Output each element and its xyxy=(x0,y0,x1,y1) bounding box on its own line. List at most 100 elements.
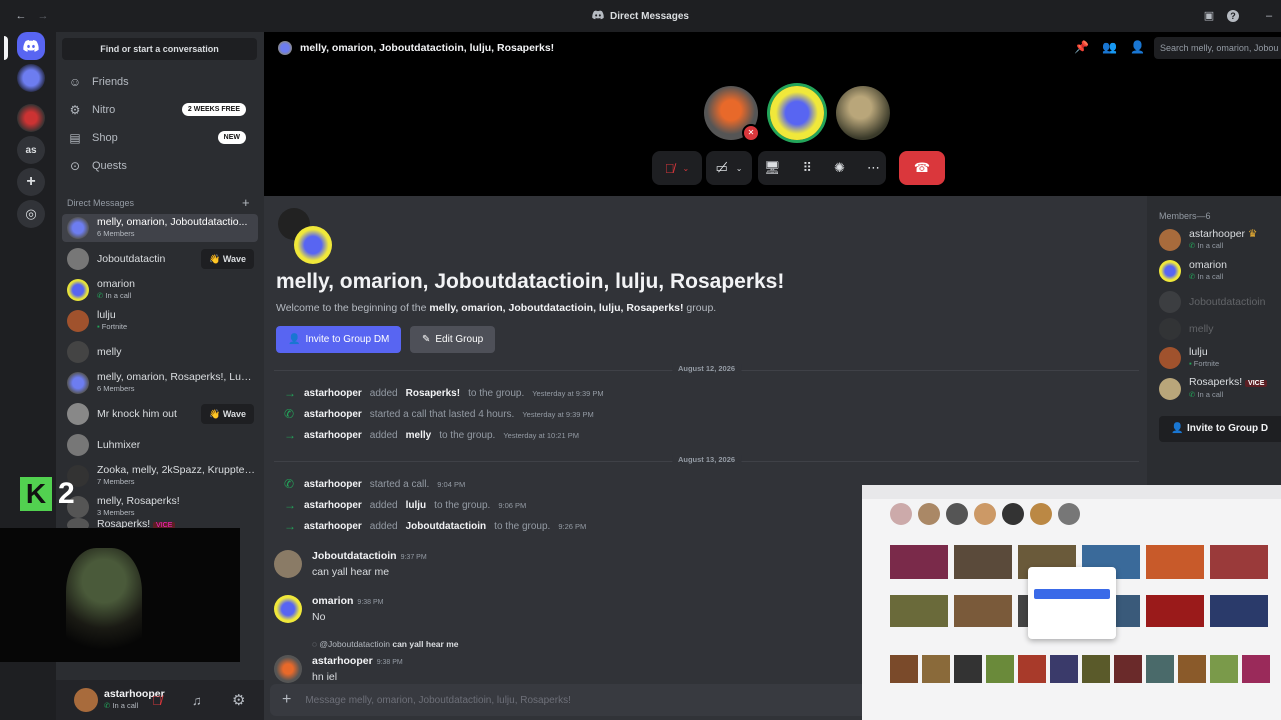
event-verb: added xyxy=(369,387,398,399)
camera-button[interactable]: ▭̸ ⌄ xyxy=(706,151,752,185)
event-actor[interactable]: astarhooper xyxy=(304,388,362,399)
invite-group-dm-button[interactable]: 👤 Invite to Group DM xyxy=(276,326,402,353)
message-author[interactable]: Joboutdatactioin xyxy=(312,550,397,562)
event-target[interactable]: Rosaperks! xyxy=(406,388,460,399)
server-as-label: as xyxy=(25,144,37,156)
message-author[interactable]: omarion xyxy=(312,595,353,607)
reply-preview[interactable]: ◌ @Joboutdatactioin can yall hear me xyxy=(312,639,459,649)
user-avatar[interactable] xyxy=(74,688,98,712)
avatar[interactable] xyxy=(274,595,302,623)
back-arrow-icon[interactable]: ← xyxy=(14,9,28,23)
dm-item-luhmixer[interactable]: Luhmixer xyxy=(62,431,258,459)
attach-plus-icon[interactable]: + xyxy=(282,691,291,709)
server-icon-1[interactable] xyxy=(17,104,45,132)
event-target[interactable]: lulju xyxy=(406,500,427,511)
dm-item-group-4[interactable]: melly, Rosaperks! 3 Members xyxy=(62,493,258,521)
date-divider: August 12, 2026 xyxy=(274,364,1139,373)
member-item-offline[interactable]: melly xyxy=(1159,318,1214,340)
dm-name: melly xyxy=(97,346,122,358)
wave-button[interactable]: 👋 Wave xyxy=(201,249,254,269)
edit-group-button[interactable]: ✎ Edit Group xyxy=(410,326,496,353)
avatar xyxy=(1159,347,1181,369)
find-conversation-button[interactable]: Find or start a conversation xyxy=(62,38,257,60)
avatar[interactable] xyxy=(274,550,302,578)
member-item[interactable]: lulju ▪ Fortnite xyxy=(1159,347,1219,369)
event-time: 9:06 PM xyxy=(498,500,527,510)
chevron-down-icon: ⌄ xyxy=(682,163,690,173)
event-target[interactable]: Joboutdatactioin xyxy=(406,521,487,532)
more-icon[interactable]: ⋯ xyxy=(867,160,880,176)
add-friends-icon[interactable]: 👥 xyxy=(1102,40,1117,54)
event-target[interactable]: melly xyxy=(406,430,432,441)
inset-popup-button xyxy=(1034,589,1110,599)
headphones-icon[interactable]: ♫ xyxy=(192,693,202,708)
message-author[interactable]: astarhooper xyxy=(312,655,373,667)
event-actor[interactable]: astarhooper xyxy=(304,409,362,420)
search-input[interactable]: Search melly, omarion, Jobou xyxy=(1154,37,1281,59)
minimize-icon[interactable]: – xyxy=(1262,9,1276,23)
activities-icon[interactable]: ⠿ xyxy=(803,160,813,176)
call-participant-1[interactable]: ✕ xyxy=(704,86,760,142)
invite-group-side-button[interactable]: 👤 Invite to Group D xyxy=(1159,416,1281,442)
nav-friends[interactable]: ☺ Friends xyxy=(64,70,256,94)
help-icon[interactable]: ? xyxy=(1227,10,1239,22)
event-actor[interactable]: astarhooper xyxy=(304,500,362,511)
event-verb: added xyxy=(369,520,398,532)
member-item-offline[interactable]: Joboutdatactioin xyxy=(1159,291,1265,313)
dm-item-lulju[interactable]: lulju ▪ Fortnite xyxy=(62,307,258,335)
inbox-icon[interactable]: ▣ xyxy=(1202,9,1216,23)
dm-item-omarion[interactable]: omarion ✆ In a call xyxy=(62,276,258,304)
dm-item-group-3[interactable]: Zooka, melly, 2kSpazz, Krupptet... 7 Memb… xyxy=(62,462,258,490)
discover-icon[interactable]: ◎ xyxy=(17,200,45,228)
dm-item-group-2[interactable]: melly, omarion, Rosaperks!, Luh... 6 Memb… xyxy=(62,369,258,397)
welcome-group-name: melly, omarion, Joboutdatactioin, lulju,… xyxy=(429,302,684,314)
date-divider: August 13, 2026 xyxy=(274,455,1139,464)
server-as-button[interactable]: as xyxy=(17,136,45,164)
event-verb: started a call that lasted 4 hours. xyxy=(369,408,515,420)
leave-call-button[interactable]: ☎ xyxy=(899,151,945,185)
phone-icon: ✆ xyxy=(284,407,295,421)
dm-name: melly, Rosaperks! xyxy=(97,496,180,507)
pin-icon[interactable]: 📌 xyxy=(1074,40,1089,54)
member-list-icon[interactable]: 👤 xyxy=(1130,40,1145,54)
member-name: astarhooper xyxy=(1189,229,1246,240)
call-participant-3[interactable] xyxy=(836,86,890,140)
member-item[interactable]: Rosaperks! VICE ✆ In a call xyxy=(1159,377,1268,400)
event-verb: added xyxy=(369,429,398,441)
member-name: Joboutdatactioin xyxy=(1189,296,1266,308)
share-screen-icon[interactable]: 🖥 xyxy=(764,160,781,176)
nav-quests[interactable]: ⊙ Quests xyxy=(64,154,256,178)
dm-item-joboutdatactin[interactable]: Joboutdatactin 👋 Wave xyxy=(62,245,258,273)
dm-item-mr-knock[interactable]: Mr knock him out 👋 Wave xyxy=(62,400,258,428)
message-time: 9:38 PM xyxy=(357,599,384,606)
member-item[interactable]: omarion ✆ In a call xyxy=(1159,260,1227,282)
nav-nitro[interactable]: ⚙ Nitro 2 WEEKS FREE xyxy=(64,98,256,122)
dm-sub-text: In a call xyxy=(105,291,132,300)
avatar xyxy=(67,372,89,394)
event-actor[interactable]: astarhooper xyxy=(304,521,362,532)
home-discord-button[interactable] xyxy=(17,32,45,60)
forward-arrow-icon[interactable]: → xyxy=(36,9,50,23)
add-server-icon[interactable]: + xyxy=(17,168,45,196)
dm-item-group-1[interactable]: melly, omarion, Joboutdatactio... 6 Membe… xyxy=(62,214,258,242)
settings-gear-icon[interactable]: ⚙ xyxy=(232,691,245,709)
soundboard-icon[interactable]: ✺ xyxy=(834,160,845,176)
create-dm-icon[interactable]: + xyxy=(242,195,250,210)
member-item[interactable]: astarhooper ♛ ✆ In a call xyxy=(1159,229,1257,251)
avatar xyxy=(1159,260,1181,282)
inset-top-bar xyxy=(862,485,1281,499)
wave-button[interactable]: 👋 Wave xyxy=(201,404,254,424)
inset-avatar xyxy=(1058,503,1080,525)
event-actor[interactable]: astarhooper xyxy=(304,430,362,441)
nav-shop[interactable]: ▤ Shop NEW xyxy=(64,126,256,150)
avatar[interactable] xyxy=(274,655,302,683)
event-actor[interactable]: astarhooper xyxy=(304,479,362,490)
dm-item-melly[interactable]: melly xyxy=(62,338,258,366)
inset-thumb xyxy=(890,655,918,683)
nitro-trial-badge: 2 WEEKS FREE xyxy=(181,103,246,116)
inset-thumb xyxy=(890,595,948,627)
dm-avatar-button[interactable] xyxy=(17,64,45,92)
call-participant-2-speaking[interactable] xyxy=(770,86,824,140)
mute-mic-button[interactable]: 🎙̸ ⌄ xyxy=(652,151,702,185)
mic-muted-icon[interactable]: 🎙̸ xyxy=(152,693,162,708)
